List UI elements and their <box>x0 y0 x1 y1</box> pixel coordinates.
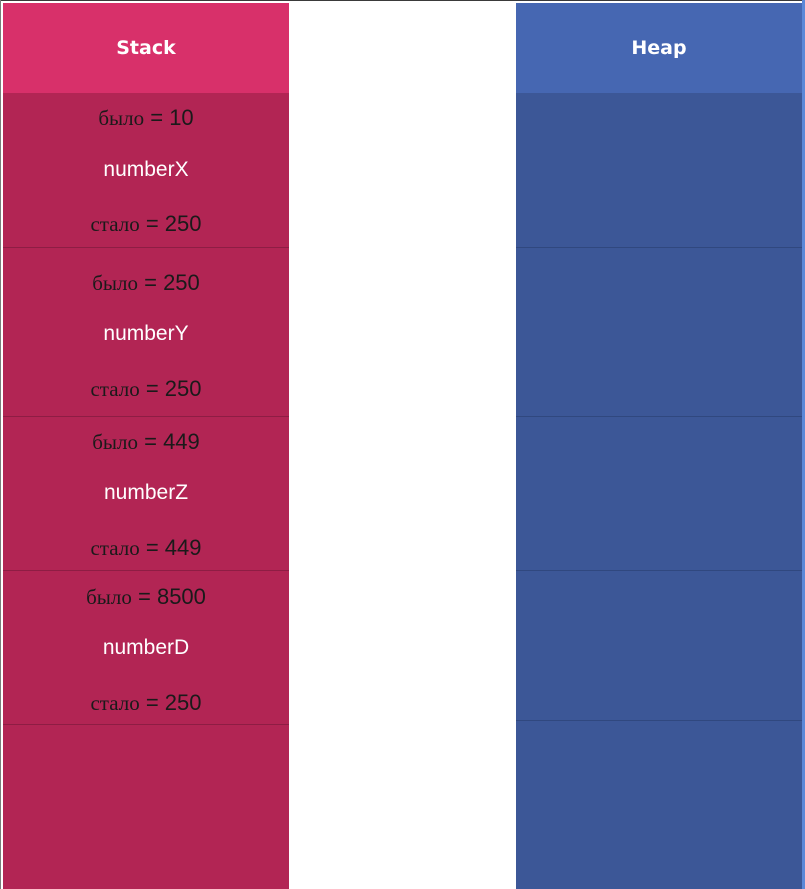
stack-divider <box>3 724 289 725</box>
before-value: = 250 <box>144 270 200 295</box>
stack-cell-2-name: numberZ <box>103 481 189 504</box>
before-value: = 449 <box>144 429 200 454</box>
before-label: было <box>92 430 138 454</box>
stack-cell-3-after: стало = 250 <box>3 690 289 716</box>
stack-header: Stack <box>3 3 289 93</box>
stack-cell-0-after: стало = 250 <box>3 211 289 237</box>
after-value: = 250 <box>145 211 202 236</box>
after-label: стало <box>90 377 140 401</box>
after-value: = 250 <box>145 690 202 715</box>
before-label: было <box>86 585 132 609</box>
after-label: стало <box>90 536 140 560</box>
stack-cell-3-name: numberD <box>102 636 190 659</box>
stack-cell-0-name: numberX <box>103 158 189 181</box>
heap-divider <box>516 247 802 248</box>
frame-left-border <box>0 0 1 889</box>
frame-top-border <box>0 0 805 1</box>
stack-column: Stack было = 10 numberX стало = 250 было… <box>3 3 289 889</box>
stack-cell-1-name: numberY <box>103 322 189 345</box>
stack-divider <box>3 570 289 571</box>
after-value: = 250 <box>145 376 202 401</box>
after-value: = 449 <box>145 535 202 560</box>
after-label: стало <box>90 212 140 236</box>
after-label: стало <box>90 691 140 715</box>
before-label: было <box>92 271 138 295</box>
stack-cell-2-after: стало = 449 <box>3 535 289 561</box>
stack-cell-1-before: было = 250 <box>3 270 289 296</box>
heap-divider <box>516 720 802 721</box>
stack-cell-1-after: стало = 250 <box>3 376 289 402</box>
stack-cell-0-before: было = 10 <box>3 105 289 131</box>
heap-column: Heap <box>516 3 802 889</box>
stack-cell-3-before: было = 8500 <box>3 584 289 610</box>
before-value: = 10 <box>150 105 194 130</box>
stack-divider <box>3 247 289 248</box>
heap-divider <box>516 570 802 571</box>
before-value: = 8500 <box>138 584 206 609</box>
stack-divider <box>3 416 289 417</box>
before-label: было <box>98 106 145 130</box>
heap-header: Heap <box>516 3 802 93</box>
heap-divider <box>516 416 802 417</box>
stack-cell-2-before: было = 449 <box>3 429 289 455</box>
